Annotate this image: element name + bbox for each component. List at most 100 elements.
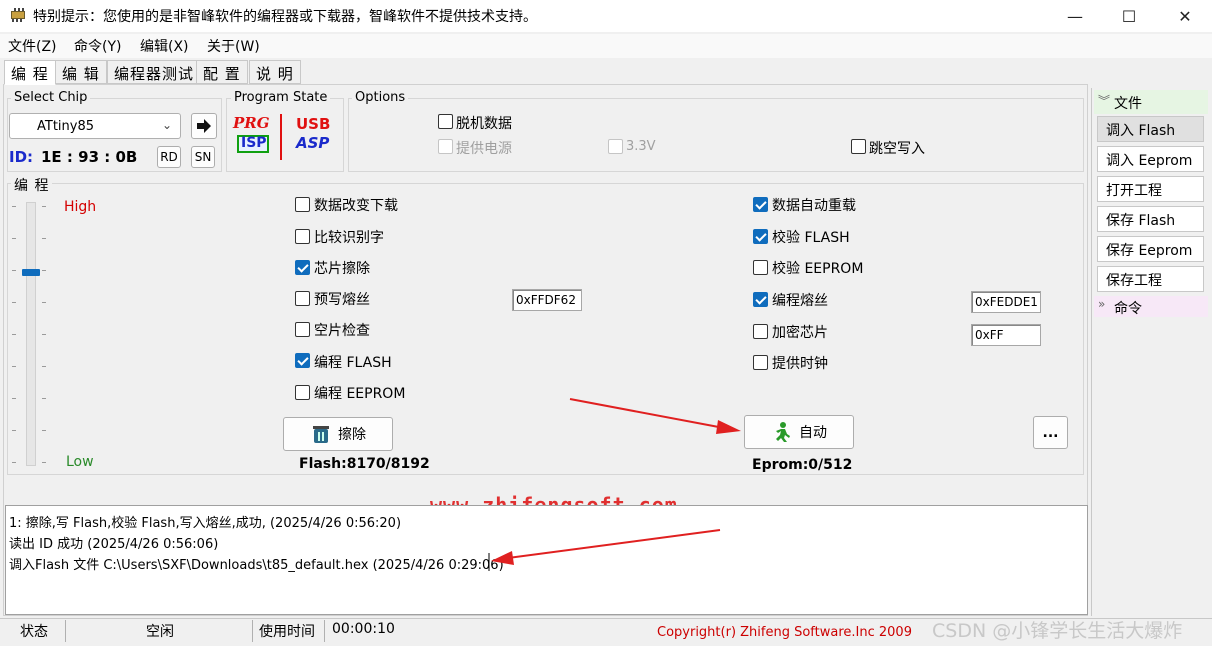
usage-time-label: 使用时间	[259, 624, 315, 640]
prg-isp-logo: PRG ISP	[233, 114, 270, 153]
auto-reload-checkbox[interactable]	[753, 197, 768, 212]
sidebar-load-eeprom[interactable]: 调入 Eeprom	[1097, 146, 1204, 172]
minimize-button[interactable]: —	[1048, 0, 1102, 32]
arrow-right-icon	[197, 119, 211, 133]
sidebar-command-header[interactable]: » 命令	[1094, 296, 1208, 317]
supply-power-label: 提供电源	[456, 141, 512, 157]
serial-number-button[interactable]: SN	[191, 146, 215, 168]
program-eeprom-checkbox[interactable]	[295, 385, 310, 400]
sidebar-file-header-label: 文件	[1114, 96, 1142, 112]
chip-id-label: ID:	[9, 148, 34, 166]
compare-signature-checkbox[interactable]	[295, 229, 310, 244]
blank-check-checkbox[interactable]	[295, 322, 310, 337]
options-group	[348, 98, 1084, 172]
provide-clock-checkbox[interactable]	[753, 355, 768, 370]
chip-erase-label: 芯片擦除	[314, 261, 370, 277]
sidebar-save-project[interactable]: 保存工程	[1097, 266, 1204, 292]
status-value: 空闲	[146, 624, 174, 640]
auto-button-label: 自动	[799, 425, 827, 441]
close-button[interactable]: ✕	[1158, 0, 1212, 32]
fuse-value-field[interactable]: 0xFEDDE1	[971, 291, 1041, 313]
chip-select[interactable]: ATtiny85 ⌄	[9, 113, 181, 139]
speed-slider-thumb[interactable]	[22, 268, 40, 276]
slider-tick	[12, 302, 16, 303]
skip-blank-checkbox[interactable]	[851, 139, 866, 154]
chevron-down-icon: ⌄	[162, 118, 173, 132]
download-on-change-label: 数据改变下载	[314, 198, 398, 214]
slider-ticks	[12, 206, 52, 466]
log-line-2: 读出 ID 成功 (2025/4/26 0:56:06)	[9, 537, 219, 552]
slider-low-label: Low	[66, 454, 94, 470]
prewrite-fuse-checkbox[interactable]	[295, 291, 310, 306]
slider-tick	[12, 398, 16, 399]
menu-file[interactable]: 文件(Z)	[8, 36, 57, 56]
offline-data-checkbox[interactable]	[438, 114, 453, 129]
erase-button[interactable]: 擦除	[283, 417, 393, 451]
sidebar-save-eeprom[interactable]: 保存 Eeprom	[1097, 236, 1204, 262]
tab-config[interactable]: 配 置	[196, 60, 248, 84]
state-divider	[280, 114, 282, 160]
slider-tick	[12, 462, 16, 463]
slider-tick	[42, 302, 46, 303]
auto-reload-label: 数据自动重载	[772, 198, 856, 214]
tab-program[interactable]: 编 程	[4, 60, 56, 85]
menu-command[interactable]: 命令(Y)	[74, 36, 121, 56]
csdn-watermark: CSDN @小锋学长生活大爆炸	[932, 620, 1183, 642]
program-flash-label: 编程 FLASH	[314, 355, 392, 371]
slider-tick	[42, 462, 46, 463]
sidebar-load-flash[interactable]: 调入 Flash	[1097, 116, 1204, 142]
slider-tick	[42, 334, 46, 335]
voltage-33-checkbox[interactable]	[608, 139, 623, 154]
log-line-1: 1: 擦除,写 Flash,校验 Flash,写入熔丝,成功, (2025/4/…	[9, 516, 402, 531]
status-divider	[252, 620, 254, 642]
read-id-button[interactable]: RD	[157, 146, 181, 168]
app-chip-icon	[9, 6, 27, 24]
menu-about[interactable]: 关于(W)	[207, 36, 260, 56]
supply-power-checkbox[interactable]	[438, 139, 453, 154]
menu-edit[interactable]: 编辑(X)	[140, 36, 189, 56]
prewrite-fuse-value-field[interactable]: 0xFFDF62	[512, 289, 582, 311]
sidebar-file-header[interactable]: ︾ 文件	[1094, 90, 1208, 114]
lock-value-field[interactable]: 0xFF	[971, 324, 1041, 346]
tab-edit[interactable]: 编 辑	[55, 60, 107, 84]
tab-programmer-test[interactable]: 编程器测试	[107, 60, 202, 84]
chevron-double-down-icon: ︾	[1098, 94, 1111, 108]
usage-time-value: 00:00:10	[332, 621, 395, 637]
download-on-change-checkbox[interactable]	[295, 197, 310, 212]
blank-check-label: 空片检查	[314, 323, 370, 339]
program-group-label: 编 程	[11, 175, 53, 195]
sidebar-save-flash[interactable]: 保存 Flash	[1097, 206, 1204, 232]
auto-button[interactable]: 自动	[744, 415, 854, 449]
compare-signature-label: 比较识别字	[314, 230, 384, 246]
maximize-button[interactable]: ☐	[1102, 0, 1156, 32]
verify-eeprom-label: 校验 EEPROM	[772, 261, 864, 277]
slider-tick	[12, 334, 16, 335]
slider-tick	[42, 206, 46, 207]
verify-eeprom-checkbox[interactable]	[753, 260, 768, 275]
lock-chip-checkbox[interactable]	[753, 324, 768, 339]
voltage-33-label: 3.3V	[626, 139, 656, 154]
prewrite-fuse-label: 预写熔丝	[314, 292, 370, 308]
program-group	[7, 183, 1084, 475]
chip-erase-checkbox[interactable]	[295, 260, 310, 275]
program-fuse-label: 编程熔丝	[772, 293, 828, 309]
verify-flash-checkbox[interactable]	[753, 229, 768, 244]
log-line-3: 调入Flash 文件 C:\Users\SXF\Downloads\t85_de…	[9, 558, 504, 573]
program-fuse-checkbox[interactable]	[753, 292, 768, 307]
more-options-button[interactable]: ...	[1033, 416, 1068, 449]
offline-data-label: 脱机数据	[456, 116, 512, 132]
status-label: 状态	[20, 624, 48, 640]
sidebar-open-project[interactable]: 打开工程	[1097, 176, 1204, 202]
tab-help[interactable]: 说 明	[249, 60, 301, 84]
verify-flash-label: 校验 FLASH	[772, 230, 850, 246]
slider-high-label: High	[64, 199, 97, 215]
slider-tick	[12, 238, 16, 239]
select-chip-label: Select Chip	[11, 90, 91, 105]
select-chip-arrow-button[interactable]	[191, 113, 217, 139]
sidebar-command-header-label: 命令	[1114, 301, 1142, 317]
slider-tick	[42, 366, 46, 367]
status-divider-2	[324, 620, 326, 642]
trash-icon	[313, 426, 329, 443]
eprom-usage: Eprom:0/512	[752, 457, 853, 473]
program-flash-checkbox[interactable]	[295, 353, 310, 368]
